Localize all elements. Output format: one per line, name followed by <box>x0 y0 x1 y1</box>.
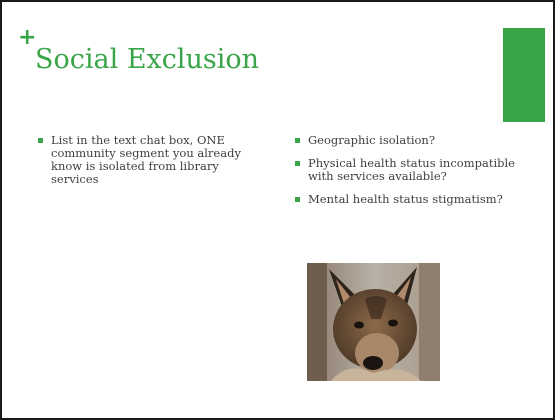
slide: + Social Exclusion List in the text chat… <box>0 0 555 420</box>
bullet-item: List in the text chat box, ONE community… <box>38 134 258 186</box>
bullet-icon <box>295 138 300 143</box>
bullet-text: Physical health status incompatible with… <box>308 156 515 183</box>
bullet-icon <box>295 197 300 202</box>
plus-icon: + <box>18 25 37 50</box>
bullet-item: Geographic isolation? <box>295 134 535 147</box>
right-bullet-list: Geographic isolation? Physical health st… <box>295 134 535 216</box>
bullet-icon <box>295 161 300 166</box>
dog-photo <box>307 263 440 381</box>
bullet-icon <box>38 138 43 143</box>
slide-title: Social Exclusion <box>35 44 260 75</box>
bullet-text: Mental health status stigmatism? <box>308 192 503 206</box>
bullet-item: Mental health status stigmatism? <box>295 193 535 206</box>
left-bullet-list: List in the text chat box, ONE community… <box>38 134 258 196</box>
accent-bar <box>503 28 545 122</box>
bullet-item: Physical health status incompatible with… <box>295 157 535 183</box>
bullet-text: Geographic isolation? <box>308 133 436 147</box>
bullet-text: List in the text chat box, ONE community… <box>51 133 241 186</box>
